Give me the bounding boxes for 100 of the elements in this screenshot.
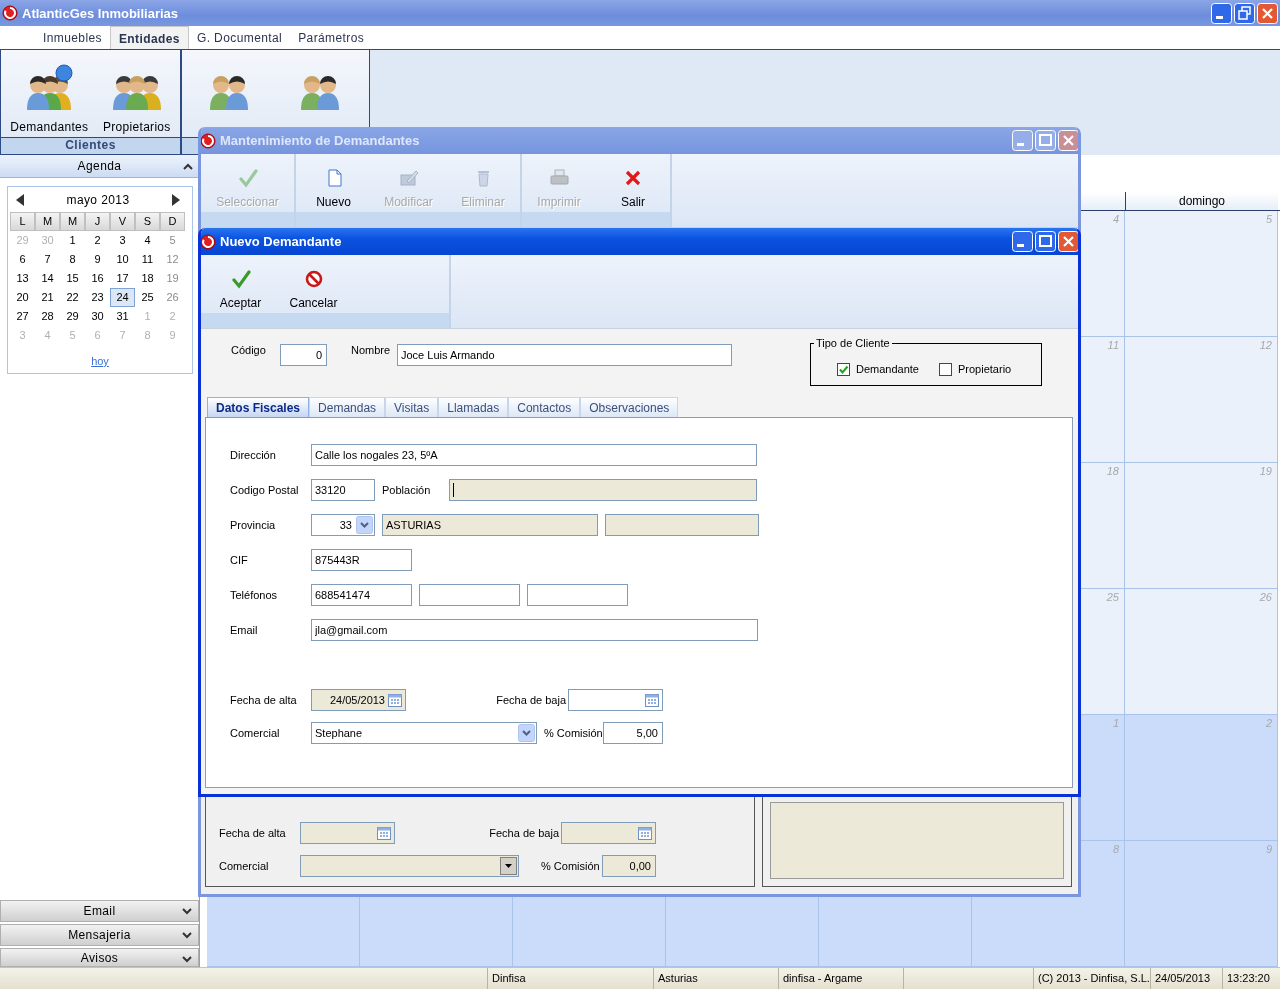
field-label: % Comisión — [544, 727, 600, 739]
restore-button[interactable] — [1234, 2, 1255, 24]
day-cell[interactable]: 9 — [85, 250, 110, 269]
day-cell[interactable]: 25 — [135, 288, 160, 307]
field-label: Codigo Postal — [230, 484, 300, 496]
dropdown-field[interactable]: 33 — [311, 514, 375, 536]
tab[interactable]: Datos Fiscales — [207, 397, 310, 417]
day-cell[interactable]: 6 — [10, 250, 35, 269]
day-cell[interactable]: 23 — [85, 288, 110, 307]
text-field[interactable]: 688541474 — [311, 584, 412, 606]
text-field[interactable]: jla@gmail.com — [311, 619, 758, 641]
text-field[interactable]: 875443R — [311, 549, 412, 571]
tab[interactable]: Visitas — [385, 397, 439, 417]
day-cell[interactable]: 12 — [160, 250, 185, 269]
logo-icon — [201, 233, 216, 250]
text-field[interactable]: 33120 — [311, 479, 375, 501]
panel-header[interactable]: Agenda — [0, 155, 199, 178]
day-cell[interactable]: 13 — [10, 269, 35, 288]
text-field[interactable]: Calle los nogales 23, 5ºA — [311, 444, 757, 466]
day-cell[interactable]: 19 — [160, 269, 185, 288]
toolbar-button[interactable]: Aceptar — [204, 255, 277, 313]
maximize-button[interactable] — [1035, 130, 1056, 151]
field-label: Fecha de alta — [230, 694, 298, 706]
next-arrow-icon[interactable] — [172, 194, 180, 206]
status-text: 13:23:20 — [1222, 968, 1280, 989]
day-cell[interactable]: 16 — [85, 269, 110, 288]
text-field[interactable]: Joce Luis Armando — [397, 344, 732, 366]
menu-tab[interactable]: Parámetros — [290, 26, 373, 49]
day-cell[interactable]: 2 — [85, 231, 110, 250]
toolbar-button[interactable]: Salir — [596, 154, 670, 212]
calendar-icon[interactable] — [644, 692, 660, 708]
day-cell[interactable]: 29 — [60, 307, 85, 326]
check-icon — [230, 269, 251, 289]
text-field[interactable] — [527, 584, 628, 606]
toolbar-button[interactable]: Cancelar — [277, 255, 350, 313]
menu-tab[interactable]: G. Documental — [188, 26, 291, 49]
day-cell[interactable]: 27 — [10, 307, 35, 326]
tab[interactable]: Contactos — [508, 397, 581, 417]
day-cell[interactable]: 28 — [35, 307, 60, 326]
day-cell[interactable]: 4 — [135, 231, 160, 250]
day-cell[interactable]: 1 — [60, 231, 85, 250]
tab[interactable]: Llamadas — [438, 397, 509, 417]
menu-tab[interactable]: Entidades — [109, 26, 189, 49]
day-cell[interactable]: 20 — [10, 288, 35, 307]
close-button[interactable] — [1257, 2, 1278, 24]
day-cell[interactable]: 31 — [110, 307, 135, 326]
day-cell[interactable]: 11 — [135, 250, 160, 269]
window-title: Mantenimiento de Demandantes — [220, 133, 421, 148]
day-cell[interactable]: 8 — [60, 250, 85, 269]
day-cell[interactable]: 24 — [110, 288, 135, 307]
dropdown-field[interactable]: Stephane — [311, 722, 537, 744]
toolbar-button[interactable]: Nuevo — [296, 154, 371, 212]
weekday-header: M — [35, 212, 60, 231]
check-icon — [237, 168, 258, 188]
panel-header[interactable]: Avisos — [0, 948, 199, 967]
tab[interactable]: Demandas — [309, 397, 386, 417]
x-icon — [623, 168, 643, 188]
day-cell[interactable]: 7 — [35, 250, 60, 269]
day-cell[interactable]: 21 — [35, 288, 60, 307]
ribbon-button[interactable]: Demandantes — [7, 64, 92, 134]
group-title: Tipo de Cliente — [815, 337, 891, 349]
tab[interactable]: Observaciones — [580, 397, 679, 417]
previous-arrow-icon[interactable] — [16, 194, 24, 206]
logo-icon — [2, 5, 18, 21]
minimize-button[interactable] — [1012, 130, 1033, 151]
checkbox[interactable] — [939, 362, 952, 376]
today-link[interactable]: hoy — [10, 355, 190, 367]
minimize-button[interactable] — [1012, 231, 1033, 252]
day-cell[interactable]: 22 — [60, 288, 85, 307]
day-cell[interactable]: 17 — [110, 269, 135, 288]
field-label: Fecha de alta — [219, 827, 287, 839]
panel-header[interactable]: Mensajeria — [0, 924, 199, 946]
day-cell[interactable]: 18 — [135, 269, 160, 288]
people-bubble-icon — [24, 64, 75, 112]
day-cell[interactable]: 10 — [110, 250, 135, 269]
checkbox-label: Demandante — [856, 363, 919, 375]
close-button[interactable] — [1058, 231, 1078, 252]
printer-icon — [549, 168, 569, 188]
date-field[interactable] — [568, 689, 663, 711]
column-header: domingo — [1125, 192, 1278, 210]
number-field[interactable]: 0 — [280, 344, 327, 366]
text-field[interactable] — [419, 584, 520, 606]
field-label: Comercial — [219, 860, 270, 872]
panel-header[interactable]: Email — [0, 900, 199, 922]
number-field[interactable]: 5,00 — [603, 722, 663, 744]
day-cell[interactable]: 30 — [85, 307, 110, 326]
day-cell[interactable]: 14 — [35, 269, 60, 288]
day-cell[interactable]: 5 — [160, 231, 185, 250]
field-label: Comercial — [230, 727, 281, 739]
day-cell[interactable]: 26 — [160, 288, 185, 307]
maximize-button[interactable] — [1035, 231, 1056, 252]
weekday-header: J — [85, 212, 110, 231]
minimize-button[interactable] — [1211, 2, 1232, 24]
ribbon-button[interactable]: Propietarios — [100, 64, 174, 134]
menu-tab[interactable]: Inmuebles — [35, 26, 110, 49]
close-button[interactable] — [1058, 130, 1078, 151]
day-cell[interactable]: 15 — [60, 269, 85, 288]
day-cell[interactable]: 3 — [110, 231, 135, 250]
weekday-header: S — [135, 212, 160, 231]
checkbox[interactable] — [837, 362, 850, 376]
